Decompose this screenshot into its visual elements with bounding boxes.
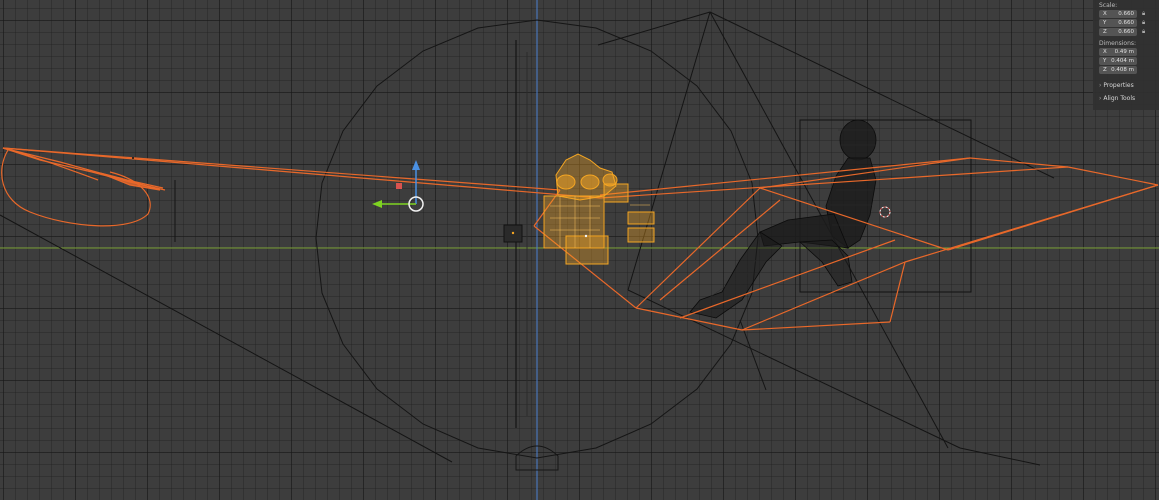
3d-cursor-icon[interactable] bbox=[879, 206, 891, 218]
gizmo-z-arrow-icon[interactable] bbox=[412, 160, 420, 170]
scale-label: Scale: bbox=[1099, 2, 1118, 9]
sidebar-panel: Scale: X 0.660 🔒︎ Y 0.660 🔒︎ Z 0.660 🔒︎ … bbox=[1093, 0, 1159, 110]
marker-dot bbox=[132, 157, 134, 159]
scale-x-value: 0.660 bbox=[1118, 10, 1134, 17]
dimension-x-value: 0.49 m bbox=[1114, 48, 1134, 55]
transform-gizmo[interactable] bbox=[372, 160, 424, 212]
viewport-scene[interactable] bbox=[0, 0, 1159, 500]
origin-point bbox=[511, 231, 515, 235]
dimension-y-value: 0.404 m bbox=[1111, 57, 1134, 64]
dimension-z-value: 0.408 m bbox=[1111, 66, 1134, 73]
scale-z-field[interactable]: Z 0.660 bbox=[1099, 28, 1137, 36]
gizmo-y-arrow-icon[interactable] bbox=[372, 200, 382, 208]
scale-x-field[interactable]: X 0.660 bbox=[1099, 10, 1137, 18]
align-tools-section-header[interactable]: › Align Tools bbox=[1099, 95, 1135, 102]
scale-z-value: 0.660 bbox=[1118, 28, 1134, 35]
dimensions-label: Dimensions: bbox=[1099, 40, 1137, 47]
dimension-z-field[interactable]: Z 0.408 m bbox=[1099, 66, 1137, 74]
chevron-right-icon: › bbox=[1099, 82, 1102, 89]
origin-point-engine bbox=[584, 234, 588, 238]
scale-z-axis: Z bbox=[1103, 28, 1107, 35]
lock-icon[interactable]: 🔒︎ bbox=[1142, 11, 1148, 17]
gizmo-x-handle-icon[interactable] bbox=[396, 183, 402, 189]
pilot-mesh[interactable] bbox=[689, 119, 877, 319]
properties-section-header[interactable]: › Properties bbox=[1099, 82, 1134, 89]
scale-y-field[interactable]: Y 0.660 bbox=[1099, 19, 1137, 27]
scale-y-axis: Y bbox=[1103, 19, 1107, 26]
scale-x-axis: X bbox=[1103, 10, 1107, 17]
chevron-right-icon: › bbox=[1099, 95, 1102, 102]
dimension-z-axis: Z bbox=[1103, 66, 1107, 73]
dimension-x-field[interactable]: X 0.49 m bbox=[1099, 48, 1137, 56]
lock-icon[interactable]: 🔒︎ bbox=[1142, 20, 1148, 26]
properties-section-label: Properties bbox=[1103, 82, 1134, 89]
dimension-y-field[interactable]: Y 0.404 m bbox=[1099, 57, 1137, 65]
dimension-y-axis: Y bbox=[1103, 57, 1107, 64]
align-tools-section-label: Align Tools bbox=[1103, 95, 1136, 102]
3d-viewport[interactable]: Scale: X 0.660 🔒︎ Y 0.660 🔒︎ Z 0.660 🔒︎ … bbox=[0, 0, 1159, 500]
lock-icon[interactable]: 🔒︎ bbox=[1142, 29, 1148, 35]
dimension-x-axis: X bbox=[1103, 48, 1107, 55]
scale-y-value: 0.660 bbox=[1118, 19, 1134, 26]
